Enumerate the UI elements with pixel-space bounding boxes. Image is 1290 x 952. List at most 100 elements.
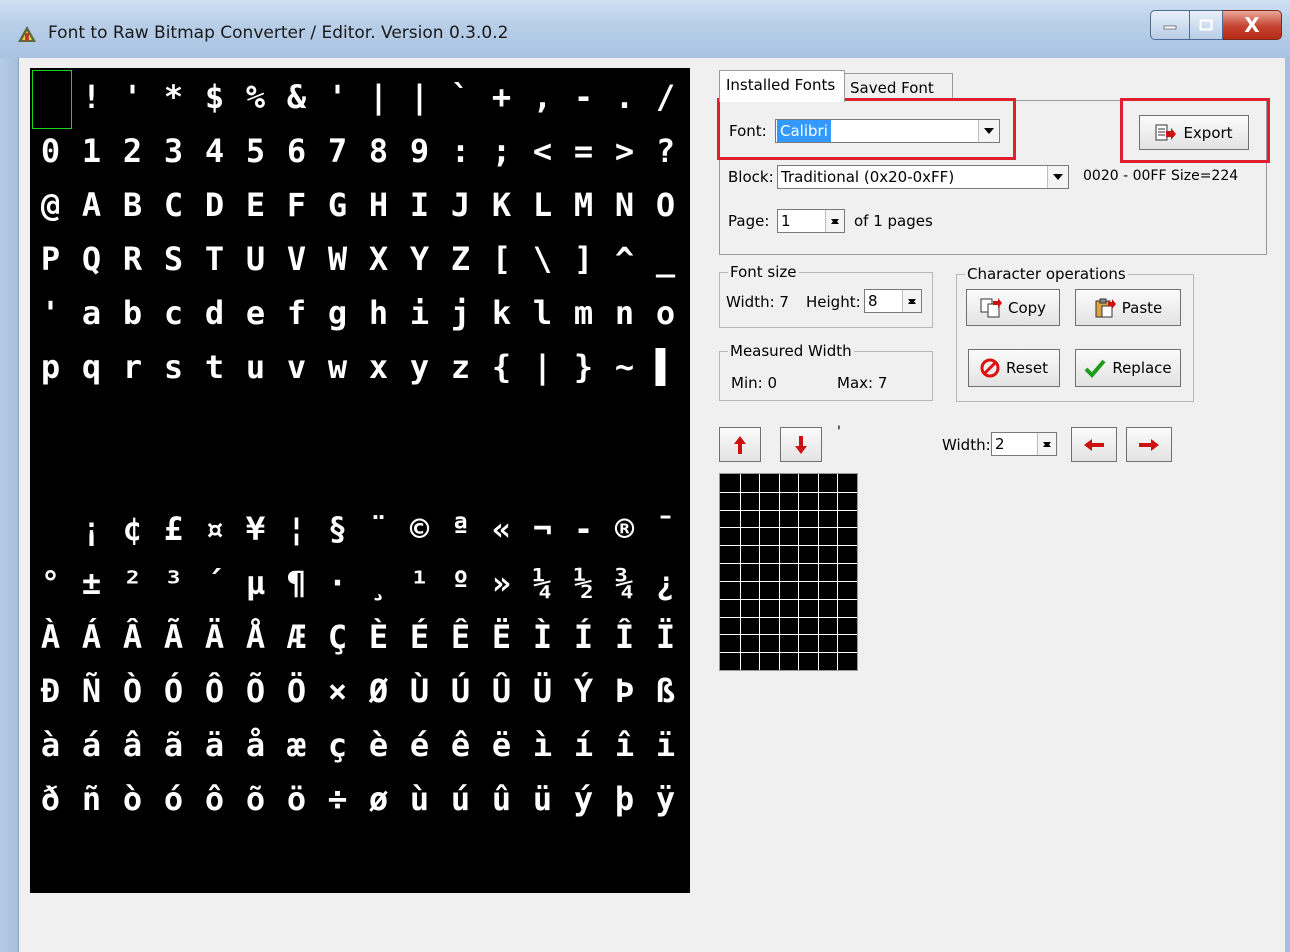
glyph-cell[interactable]: á <box>71 718 112 772</box>
glyph-cell[interactable]: C <box>153 178 194 232</box>
glyph-cell[interactable]: è <box>358 718 399 772</box>
glyph-cell[interactable]: @ <box>30 178 71 232</box>
glyph-cell[interactable]: ÿ <box>645 772 686 826</box>
glyph-cell[interactable]: õ <box>235 772 276 826</box>
glyph-cell[interactable]: x <box>358 340 399 394</box>
glyph-cell[interactable]: 4 <box>194 124 235 178</box>
glyph-cell[interactable]: ¬ <box>522 502 563 556</box>
glyph-grid-canvas[interactable]: ! ' * $% & ' | | ` +, -./0 1 2 3 4 5 6 7 8 9:; < = >? @ A B C D E F G H… <box>30 68 690 893</box>
glyph-cell[interactable]: Ï <box>645 610 686 664</box>
glyph-cell[interactable]: + <box>481 70 522 124</box>
glyph-cell[interactable]: ì <box>522 718 563 772</box>
glyph-cell[interactable]: R <box>112 232 153 286</box>
glyph-cell[interactable]: o <box>645 286 686 340</box>
paste-button[interactable]: Paste <box>1075 289 1181 326</box>
glyph-cell[interactable]: { <box>481 340 522 394</box>
glyph-cell[interactable]: ¾ <box>604 556 645 610</box>
glyph-cell[interactable]: . <box>604 70 645 124</box>
glyph-cell[interactable]: Ì <box>522 610 563 664</box>
glyph-cell[interactable]: q <box>71 340 112 394</box>
glyph-cell[interactable]: - <box>563 70 604 124</box>
glyph-cell[interactable]: / <box>645 70 686 124</box>
glyph-cell[interactable]: D <box>194 178 235 232</box>
glyph-cell[interactable]: ' <box>317 70 358 124</box>
glyph-cell[interactable]: Í <box>563 610 604 664</box>
glyph-cell[interactable]: Û <box>481 664 522 718</box>
glyph-cell[interactable]: ò <box>112 772 153 826</box>
glyph-cell[interactable]: ÷ <box>317 772 358 826</box>
glyph-cell[interactable]: \ <box>522 232 563 286</box>
glyph-cell[interactable]: Z <box>440 232 481 286</box>
glyph-cell[interactable]: Ý <box>563 664 604 718</box>
glyph-cell[interactable]: ▌ <box>645 340 686 394</box>
glyph-cell[interactable]: O <box>645 178 686 232</box>
glyph-cell[interactable]: £ <box>153 502 194 556</box>
glyph-cell[interactable]: Ä <box>194 610 235 664</box>
glyph-cell[interactable]: < <box>522 124 563 178</box>
glyph-cell[interactable]: V <box>276 232 317 286</box>
glyph-cell[interactable]: z <box>440 340 481 394</box>
glyph-cell[interactable]: F <box>276 178 317 232</box>
glyph-cell[interactable]: ^ <box>604 232 645 286</box>
glyph-cell[interactable]: ó <box>153 772 194 826</box>
glyph-cell[interactable]: Ô <box>194 664 235 718</box>
glyph-cell[interactable]: Þ <box>604 664 645 718</box>
glyph-cell[interactable]: ¤ <box>194 502 235 556</box>
glyph-cell[interactable]: ¸ <box>358 556 399 610</box>
glyph-cell[interactable]: 1 <box>71 124 112 178</box>
glyph-cell[interactable]: 3 <box>153 124 194 178</box>
glyph-cell[interactable]: Ó <box>153 664 194 718</box>
glyph-cell[interactable]: É <box>399 610 440 664</box>
glyph-cell[interactable]: ' <box>112 70 153 124</box>
glyph-cell[interactable]: E <box>235 178 276 232</box>
glyph-cell[interactable]: â <box>112 718 153 772</box>
glyph-cell[interactable]: ñ <box>71 772 112 826</box>
glyph-cell[interactable]: Ö <box>276 664 317 718</box>
block-select[interactable]: Traditional (0x20-0xFF) <box>777 165 1069 189</box>
glyph-cell[interactable]: J <box>440 178 481 232</box>
glyph-cell[interactable]: k <box>481 286 522 340</box>
glyph-cell[interactable]: v <box>276 340 317 394</box>
glyph-cell[interactable]: Ù <box>399 664 440 718</box>
glyph-cell[interactable]: 7 <box>317 124 358 178</box>
glyph-cell[interactable]: - <box>563 502 604 556</box>
glyph-cell[interactable]: ± <box>71 556 112 610</box>
glyph-cell[interactable]: ç <box>317 718 358 772</box>
glyph-cell[interactable]: > <box>604 124 645 178</box>
glyph-cell[interactable]: b <box>112 286 153 340</box>
glyph-cell[interactable]: ' <box>30 286 71 340</box>
glyph-cell[interactable]: ¼ <box>522 556 563 610</box>
close-button[interactable]: X <box>1223 10 1282 40</box>
glyph-cell[interactable]: h <box>358 286 399 340</box>
glyph-cell[interactable]: û <box>481 772 522 826</box>
glyph-cell[interactable]: ö <box>276 772 317 826</box>
glyph-cell[interactable]: N <box>604 178 645 232</box>
glyph-cell[interactable]: I <box>399 178 440 232</box>
glyph-cell[interactable]: & <box>276 70 317 124</box>
glyph-cell[interactable]: f <box>276 286 317 340</box>
shift-down-button[interactable] <box>780 427 822 462</box>
glyph-cell[interactable]: $ <box>194 70 235 124</box>
glyph-cell[interactable]: Å <box>235 610 276 664</box>
glyph-cell[interactable]: ? <box>645 124 686 178</box>
glyph-cell[interactable]: ü <box>522 772 563 826</box>
glyph-cell[interactable]: g <box>317 286 358 340</box>
glyph-cell[interactable]: º <box>440 556 481 610</box>
copy-button[interactable]: Copy <box>966 289 1060 326</box>
glyph-cell[interactable]: ð <box>30 772 71 826</box>
glyph-cell[interactable]: ¯ <box>645 502 686 556</box>
char-width-stepper[interactable]: 2 <box>991 432 1057 456</box>
glyph-cell[interactable]: Ü <box>522 664 563 718</box>
glyph-cell[interactable]: à <box>30 718 71 772</box>
glyph-cell[interactable]: ä <box>194 718 235 772</box>
glyph-cell[interactable]: ª <box>440 502 481 556</box>
glyph-cell[interactable]: ¢ <box>112 502 153 556</box>
glyph-cell[interactable]: [ <box>481 232 522 286</box>
glyph-cell[interactable]: Ã <box>153 610 194 664</box>
glyph-cell[interactable]: 6 <box>276 124 317 178</box>
glyph-cell[interactable]: Ø <box>358 664 399 718</box>
glyph-cell[interactable]: Ñ <box>71 664 112 718</box>
title-bar[interactable]: Font to Raw Bitmap Converter / Editor. V… <box>0 0 1290 58</box>
glyph-cell[interactable]: È <box>358 610 399 664</box>
glyph-cell[interactable]: p <box>30 340 71 394</box>
